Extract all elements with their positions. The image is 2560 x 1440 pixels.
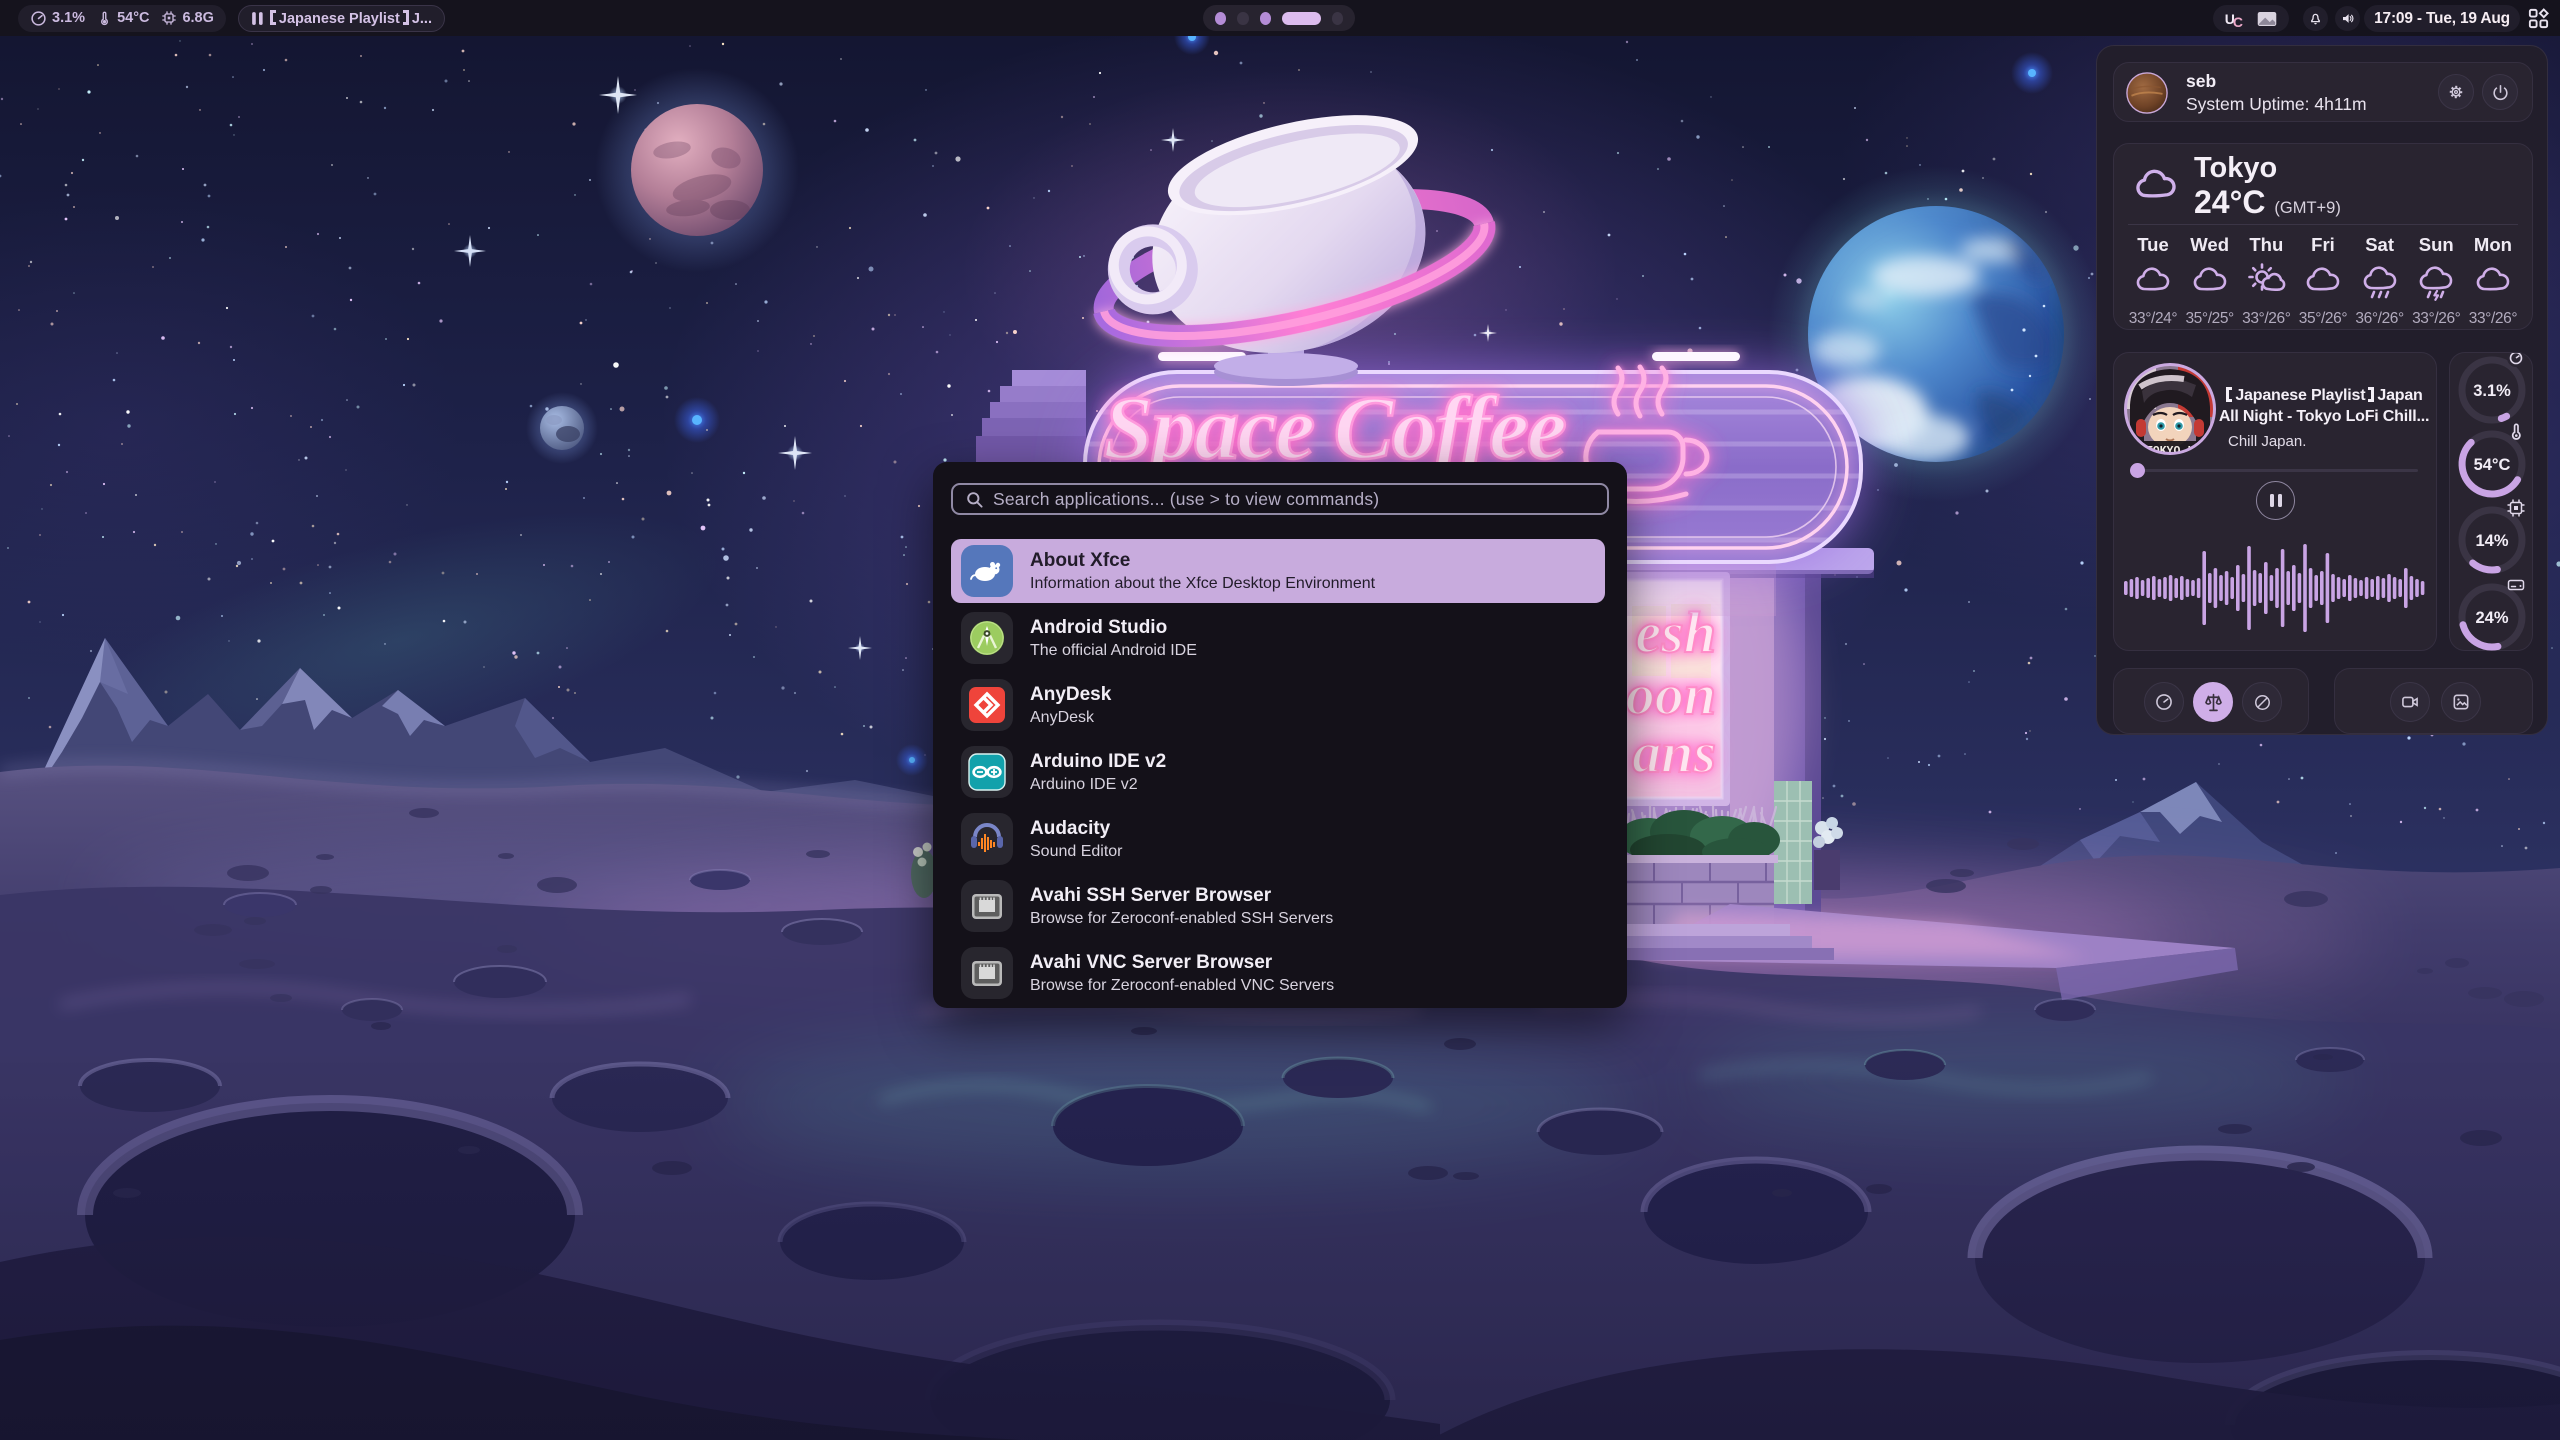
- svg-text:3.1%: 3.1%: [2473, 382, 2511, 400]
- svg-text:oon: oon: [1626, 662, 1716, 727]
- svg-text:24%: 24%: [2475, 609, 2508, 627]
- svg-text:54°C: 54°C: [2474, 456, 2511, 474]
- svg-text:ans: ans: [1632, 720, 1716, 785]
- svg-text:14%: 14%: [2475, 532, 2508, 550]
